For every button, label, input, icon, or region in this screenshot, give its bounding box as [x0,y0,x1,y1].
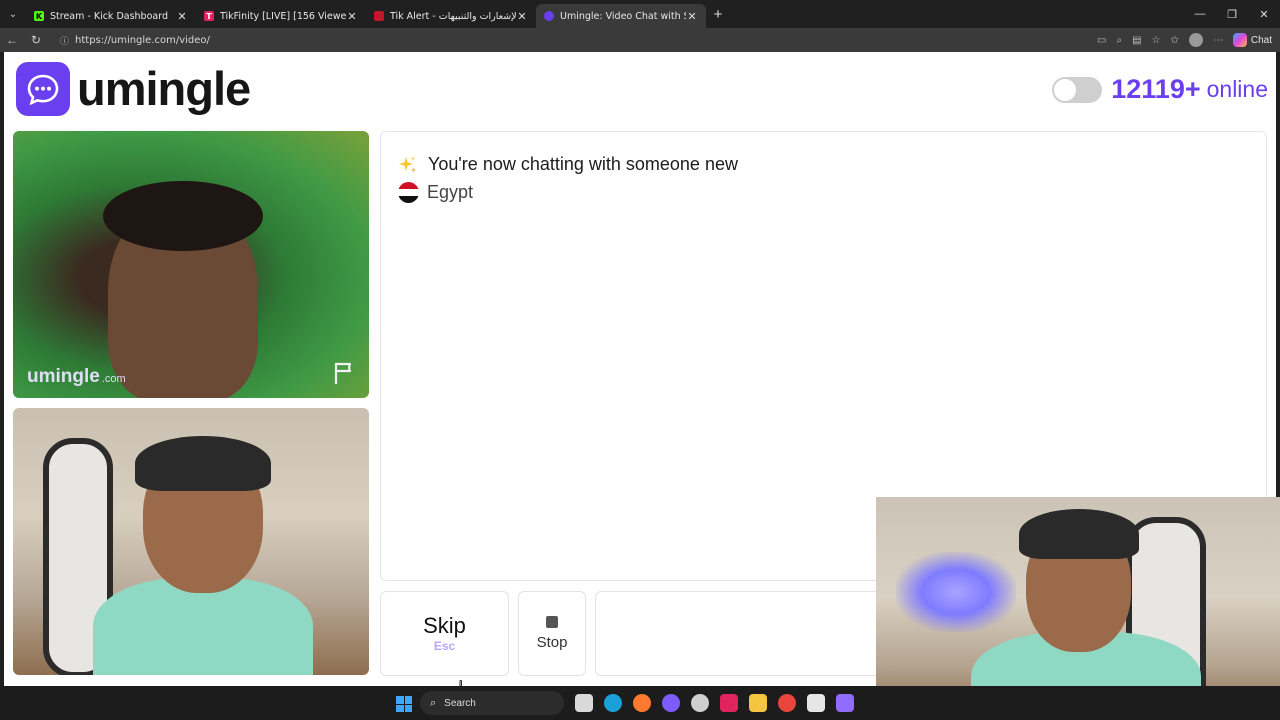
tab-label: Umingle: Video Chat with Str [560,10,686,22]
browser-address-bar: ← ↻ ⓘ https://umingle.com/video/ ▭ ⌕ ▤ ☆… [0,28,1280,52]
partner-country: Egypt [398,182,473,203]
tab-label: Stream - Kick Dashboard [50,10,168,22]
reader-icon[interactable]: ▤ [1132,35,1141,46]
task-view-icon[interactable] [575,694,593,712]
skip-button[interactable]: Skip Esc [380,591,509,676]
file-explorer-icon[interactable] [749,694,767,712]
kick-favicon-icon: K [34,11,44,21]
video-icon[interactable]: ▭ [1097,35,1106,46]
watermark-suffix: .com [101,373,126,385]
tab-umingle[interactable]: Umingle: Video Chat with Str ✕ [536,4,706,28]
windows-taskbar: ⌕ Search [0,686,1280,720]
chat-status-text: You're now chatting with someone new [428,154,738,174]
brand-name: umingle [77,62,251,115]
tiktok-icon[interactable] [720,694,738,712]
browser-tab-bar: ⌄ K Stream - Kick Dashboard ✕ T TikFinit… [0,0,1280,28]
stop-square-icon [546,616,558,628]
site-info-icon[interactable]: ⓘ [60,34,69,47]
settings-icon[interactable] [691,694,709,712]
firefox-icon[interactable] [633,694,651,712]
remote-person-hair [103,181,263,251]
local-video [13,408,369,675]
profile-avatar[interactable] [1188,33,1203,47]
tab-label: Tik Alert - منصة الإشعارات والتنبيهات [390,10,516,22]
remote-video: umingle .com [13,131,369,398]
skip-label: Skip [423,612,466,638]
site-logo[interactable]: umingle [16,61,251,116]
zoom-icon[interactable]: ⌕ [1116,35,1122,46]
video-watermark: umingle .com [27,366,126,388]
sparkles-icon [399,156,417,173]
window-controls: — ❐ ✕ [1184,0,1280,28]
tab-close-icon[interactable]: ✕ [346,10,358,23]
online-count: 12119+ [1111,74,1201,104]
chat-status-line: You're now chatting with someone new [398,154,738,175]
url-field[interactable]: ⓘ https://umingle.com/video/ [52,30,1062,50]
favorite-star-icon[interactable]: ☆ [1152,35,1161,46]
edge-icon[interactable] [604,694,622,712]
taskbar-search[interactable]: ⌕ Search [420,691,564,715]
more-menu-icon[interactable]: ⋯ [1213,35,1223,46]
copilot-app-icon[interactable] [836,694,854,712]
stop-label: Stop [536,634,568,651]
tik-alert-favicon-icon [374,11,384,21]
close-window-icon[interactable]: ✕ [1248,0,1280,28]
restore-icon[interactable]: ❐ [1216,0,1248,28]
chat-label: Chat [1250,34,1272,46]
overlay-person-cap [1019,509,1139,559]
favorites-icon[interactable]: ✩ [1170,35,1178,46]
minimize-icon[interactable]: — [1184,0,1216,28]
windows-start-icon[interactable] [396,696,412,712]
copilot-chat-button[interactable]: Chat [1232,33,1272,47]
skip-shortcut-hint: Esc [433,638,456,653]
tab-kick-dashboard[interactable]: K Stream - Kick Dashboard ✕ [26,4,196,28]
address-bar-actions: ▭ ⌕ ▤ ☆ ✩ ⋯ Chat [1097,33,1280,47]
taskbar-apps [575,694,854,712]
url-text: https://umingle.com/video/ [75,34,210,46]
stop-button[interactable]: Stop [518,591,586,676]
egypt-flag-icon [398,182,419,203]
tab-label: TikFinity [LIVE] [156 Viewers] [220,10,346,22]
online-label: online [1206,76,1268,102]
store-icon[interactable] [807,694,825,712]
chrome-icon[interactable] [778,694,796,712]
copilot-icon [1232,33,1247,47]
search-icon: ⌕ [430,696,437,709]
taskbar-search-label: Search [444,697,476,709]
mode-toggle[interactable] [1052,76,1103,103]
tikfinity-favicon-icon: T [204,11,214,21]
hexagon-lights [896,552,1016,632]
tab-actions-menu-icon[interactable]: ⌄ [0,0,26,28]
obs-icon[interactable] [662,694,680,712]
local-person-cap [135,436,271,491]
umingle-favicon-icon [544,11,554,21]
tab-close-icon[interactable]: ✕ [176,10,188,23]
watermark-brand: umingle [27,366,100,387]
tab-close-icon[interactable]: ✕ [686,10,698,23]
country-name: Egypt [427,182,474,202]
tab-tikfinity[interactable]: T TikFinity [LIVE] [156 Viewers] ✕ [196,4,366,28]
back-arrow-icon[interactable]: ← [0,33,24,47]
new-tab-icon[interactable]: + [706,6,730,23]
report-flag-icon[interactable] [331,360,357,386]
tab-close-icon[interactable]: ✕ [516,10,528,23]
chat-bubble-logo-icon [16,61,70,116]
online-status: 12119+ online [1052,74,1268,105]
reload-icon[interactable]: ↻ [24,33,48,47]
tab-tik-alert[interactable]: Tik Alert - منصة الإشعارات والتنبيهات ✕ [366,4,536,28]
